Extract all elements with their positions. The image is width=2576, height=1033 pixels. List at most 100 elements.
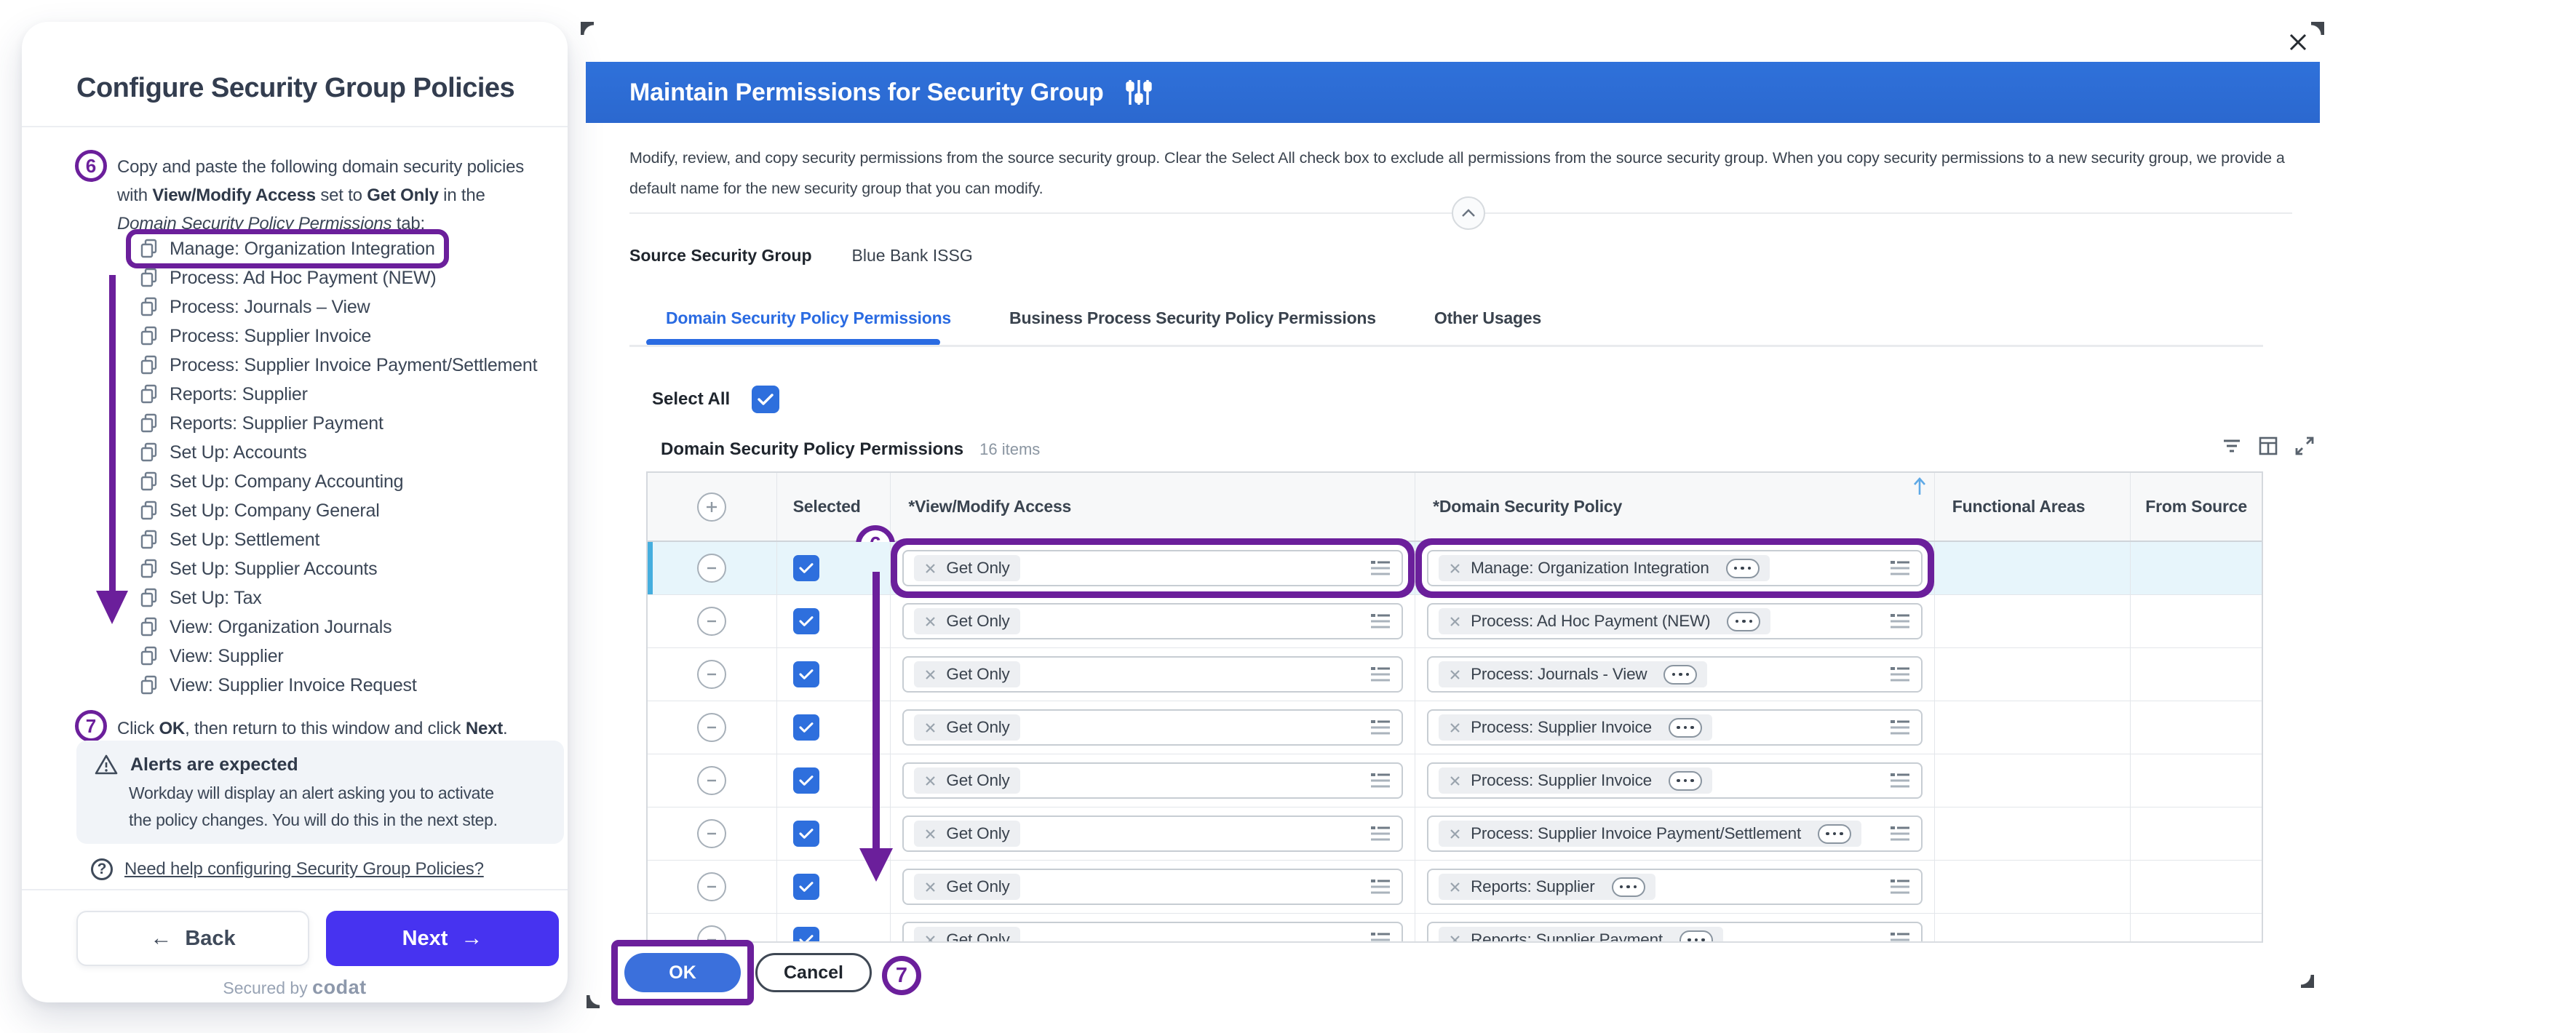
remove-row-icon[interactable]	[697, 872, 726, 901]
remove-row-icon[interactable]	[697, 554, 726, 583]
related-actions-icon[interactable]	[1612, 877, 1645, 897]
expand-icon[interactable]	[2294, 435, 2315, 457]
sort-up-arrow-icon[interactable]	[1911, 476, 1928, 496]
row-checkbox[interactable]	[793, 874, 819, 900]
copy-icon[interactable]	[140, 617, 159, 637]
help-link[interactable]: Need help configuring Security Group Pol…	[124, 859, 484, 880]
prompt-list-icon[interactable]	[1370, 558, 1391, 578]
remove-token-icon[interactable]	[1449, 722, 1461, 734]
prompt-list-icon[interactable]	[1889, 877, 1911, 897]
cancel-button[interactable]: Cancel	[755, 953, 872, 992]
related-actions-icon[interactable]	[1727, 612, 1760, 631]
next-button[interactable]: Next →	[326, 911, 559, 966]
domain-security-policy-field[interactable]: Process: Journals - View	[1427, 656, 1923, 693]
view-modify-access-field[interactable]: Get Only	[902, 869, 1403, 905]
prompt-list-icon[interactable]	[1889, 558, 1911, 578]
row-checkbox[interactable]	[793, 661, 819, 687]
copy-icon[interactable]	[140, 268, 159, 288]
filter-icon[interactable]	[2221, 435, 2243, 457]
row-checkbox[interactable]	[793, 767, 819, 794]
prompt-list-icon[interactable]	[1370, 823, 1391, 844]
copy-icon[interactable]	[140, 675, 159, 695]
related-actions-icon[interactable]	[1669, 771, 1702, 791]
remove-row-icon[interactable]	[697, 713, 726, 742]
remove-token-icon[interactable]	[924, 562, 937, 575]
view-modify-access-field[interactable]: Get Only	[902, 762, 1403, 799]
remove-token-icon[interactable]	[1449, 669, 1461, 681]
remove-token-icon[interactable]	[1449, 562, 1461, 575]
row-checkbox[interactable]	[793, 821, 819, 847]
related-actions-icon[interactable]	[1726, 559, 1760, 578]
view-modify-access-field[interactable]: Get Only	[902, 656, 1403, 693]
copy-icon[interactable]	[140, 471, 159, 492]
back-button[interactable]: ← Back	[76, 911, 309, 966]
copy-icon[interactable]	[140, 413, 159, 434]
remove-token-icon[interactable]	[1449, 775, 1461, 787]
remove-token-icon[interactable]	[1449, 615, 1461, 628]
remove-token-icon[interactable]	[924, 881, 937, 893]
select-all-checkbox[interactable]	[752, 386, 779, 413]
row-checkbox[interactable]	[793, 927, 819, 943]
related-actions-icon[interactable]	[1679, 930, 1713, 944]
copy-icon[interactable]	[140, 442, 159, 463]
ok-button[interactable]: OK	[624, 953, 741, 992]
prompt-list-icon[interactable]	[1370, 770, 1391, 791]
prompt-list-icon[interactable]	[1370, 611, 1391, 631]
row-checkbox[interactable]	[793, 608, 819, 634]
remove-token-icon[interactable]	[1449, 881, 1461, 893]
row-checkbox[interactable]	[793, 714, 819, 741]
prompt-list-icon[interactable]	[1889, 664, 1911, 685]
copy-icon[interactable]	[140, 646, 159, 666]
domain-security-policy-field[interactable]: Reports: Supplier	[1427, 869, 1923, 905]
related-actions-icon[interactable]	[1818, 824, 1851, 844]
sliders-icon[interactable]	[1124, 77, 1153, 108]
copy-icon[interactable]	[140, 500, 159, 521]
prompt-list-icon[interactable]	[1889, 770, 1911, 791]
close-icon[interactable]	[2285, 29, 2311, 55]
prompt-list-icon[interactable]	[1370, 664, 1391, 685]
prompt-list-icon[interactable]	[1370, 930, 1391, 943]
copy-icon[interactable]	[140, 588, 159, 608]
add-row-icon[interactable]	[697, 492, 726, 522]
remove-row-icon[interactable]	[697, 766, 726, 795]
copy-icon[interactable]	[140, 297, 159, 317]
view-modify-access-field[interactable]: Get Only	[902, 550, 1403, 586]
tab-domain-security-policy-permissions[interactable]: Domain Security Policy Permissions	[666, 308, 951, 328]
view-modify-access-field[interactable]: Get Only	[902, 922, 1403, 943]
remove-token-icon[interactable]	[1449, 828, 1461, 840]
copy-icon[interactable]	[140, 239, 159, 259]
remove-row-icon[interactable]	[697, 660, 726, 689]
domain-security-policy-field[interactable]: Process: Supplier Invoice Payment/Settle…	[1427, 815, 1923, 852]
prompt-list-icon[interactable]	[1889, 717, 1911, 738]
remove-row-icon[interactable]	[697, 607, 726, 636]
view-modify-access-field[interactable]: Get Only	[902, 815, 1403, 852]
related-actions-icon[interactable]	[1669, 718, 1702, 738]
table-columns-icon[interactable]	[2257, 435, 2279, 457]
view-modify-access-field[interactable]: Get Only	[902, 709, 1403, 746]
remove-token-icon[interactable]	[1449, 934, 1461, 944]
prompt-list-icon[interactable]	[1889, 611, 1911, 631]
domain-security-policy-field[interactable]: Manage: Organization Integration	[1427, 550, 1923, 586]
domain-security-policy-field[interactable]: Reports: Supplier Payment	[1427, 922, 1923, 943]
remove-token-icon[interactable]	[924, 722, 937, 734]
row-checkbox[interactable]	[793, 555, 819, 581]
remove-token-icon[interactable]	[924, 934, 937, 944]
remove-row-icon[interactable]	[697, 819, 726, 848]
copy-icon[interactable]	[140, 530, 159, 550]
view-modify-access-field[interactable]: Get Only	[902, 603, 1403, 639]
prompt-list-icon[interactable]	[1370, 717, 1391, 738]
domain-security-policy-field[interactable]: Process: Supplier Invoice	[1427, 709, 1923, 746]
domain-security-policy-field[interactable]: Process: Supplier Invoice	[1427, 762, 1923, 799]
prompt-list-icon[interactable]	[1889, 930, 1911, 943]
prompt-list-icon[interactable]	[1370, 877, 1391, 897]
related-actions-icon[interactable]	[1663, 665, 1697, 685]
tab-other-usages[interactable]: Other Usages	[1434, 308, 1541, 328]
copy-icon[interactable]	[140, 326, 159, 346]
domain-security-policy-field[interactable]: Process: Ad Hoc Payment (NEW)	[1427, 603, 1923, 639]
remove-token-icon[interactable]	[924, 828, 937, 840]
remove-token-icon[interactable]	[924, 775, 937, 787]
copy-icon[interactable]	[140, 384, 159, 404]
remove-token-icon[interactable]	[924, 615, 937, 628]
tab-business-process-security-policy-permissions[interactable]: Business Process Security Policy Permiss…	[1009, 308, 1376, 328]
collapse-section-button[interactable]	[1452, 196, 1485, 230]
